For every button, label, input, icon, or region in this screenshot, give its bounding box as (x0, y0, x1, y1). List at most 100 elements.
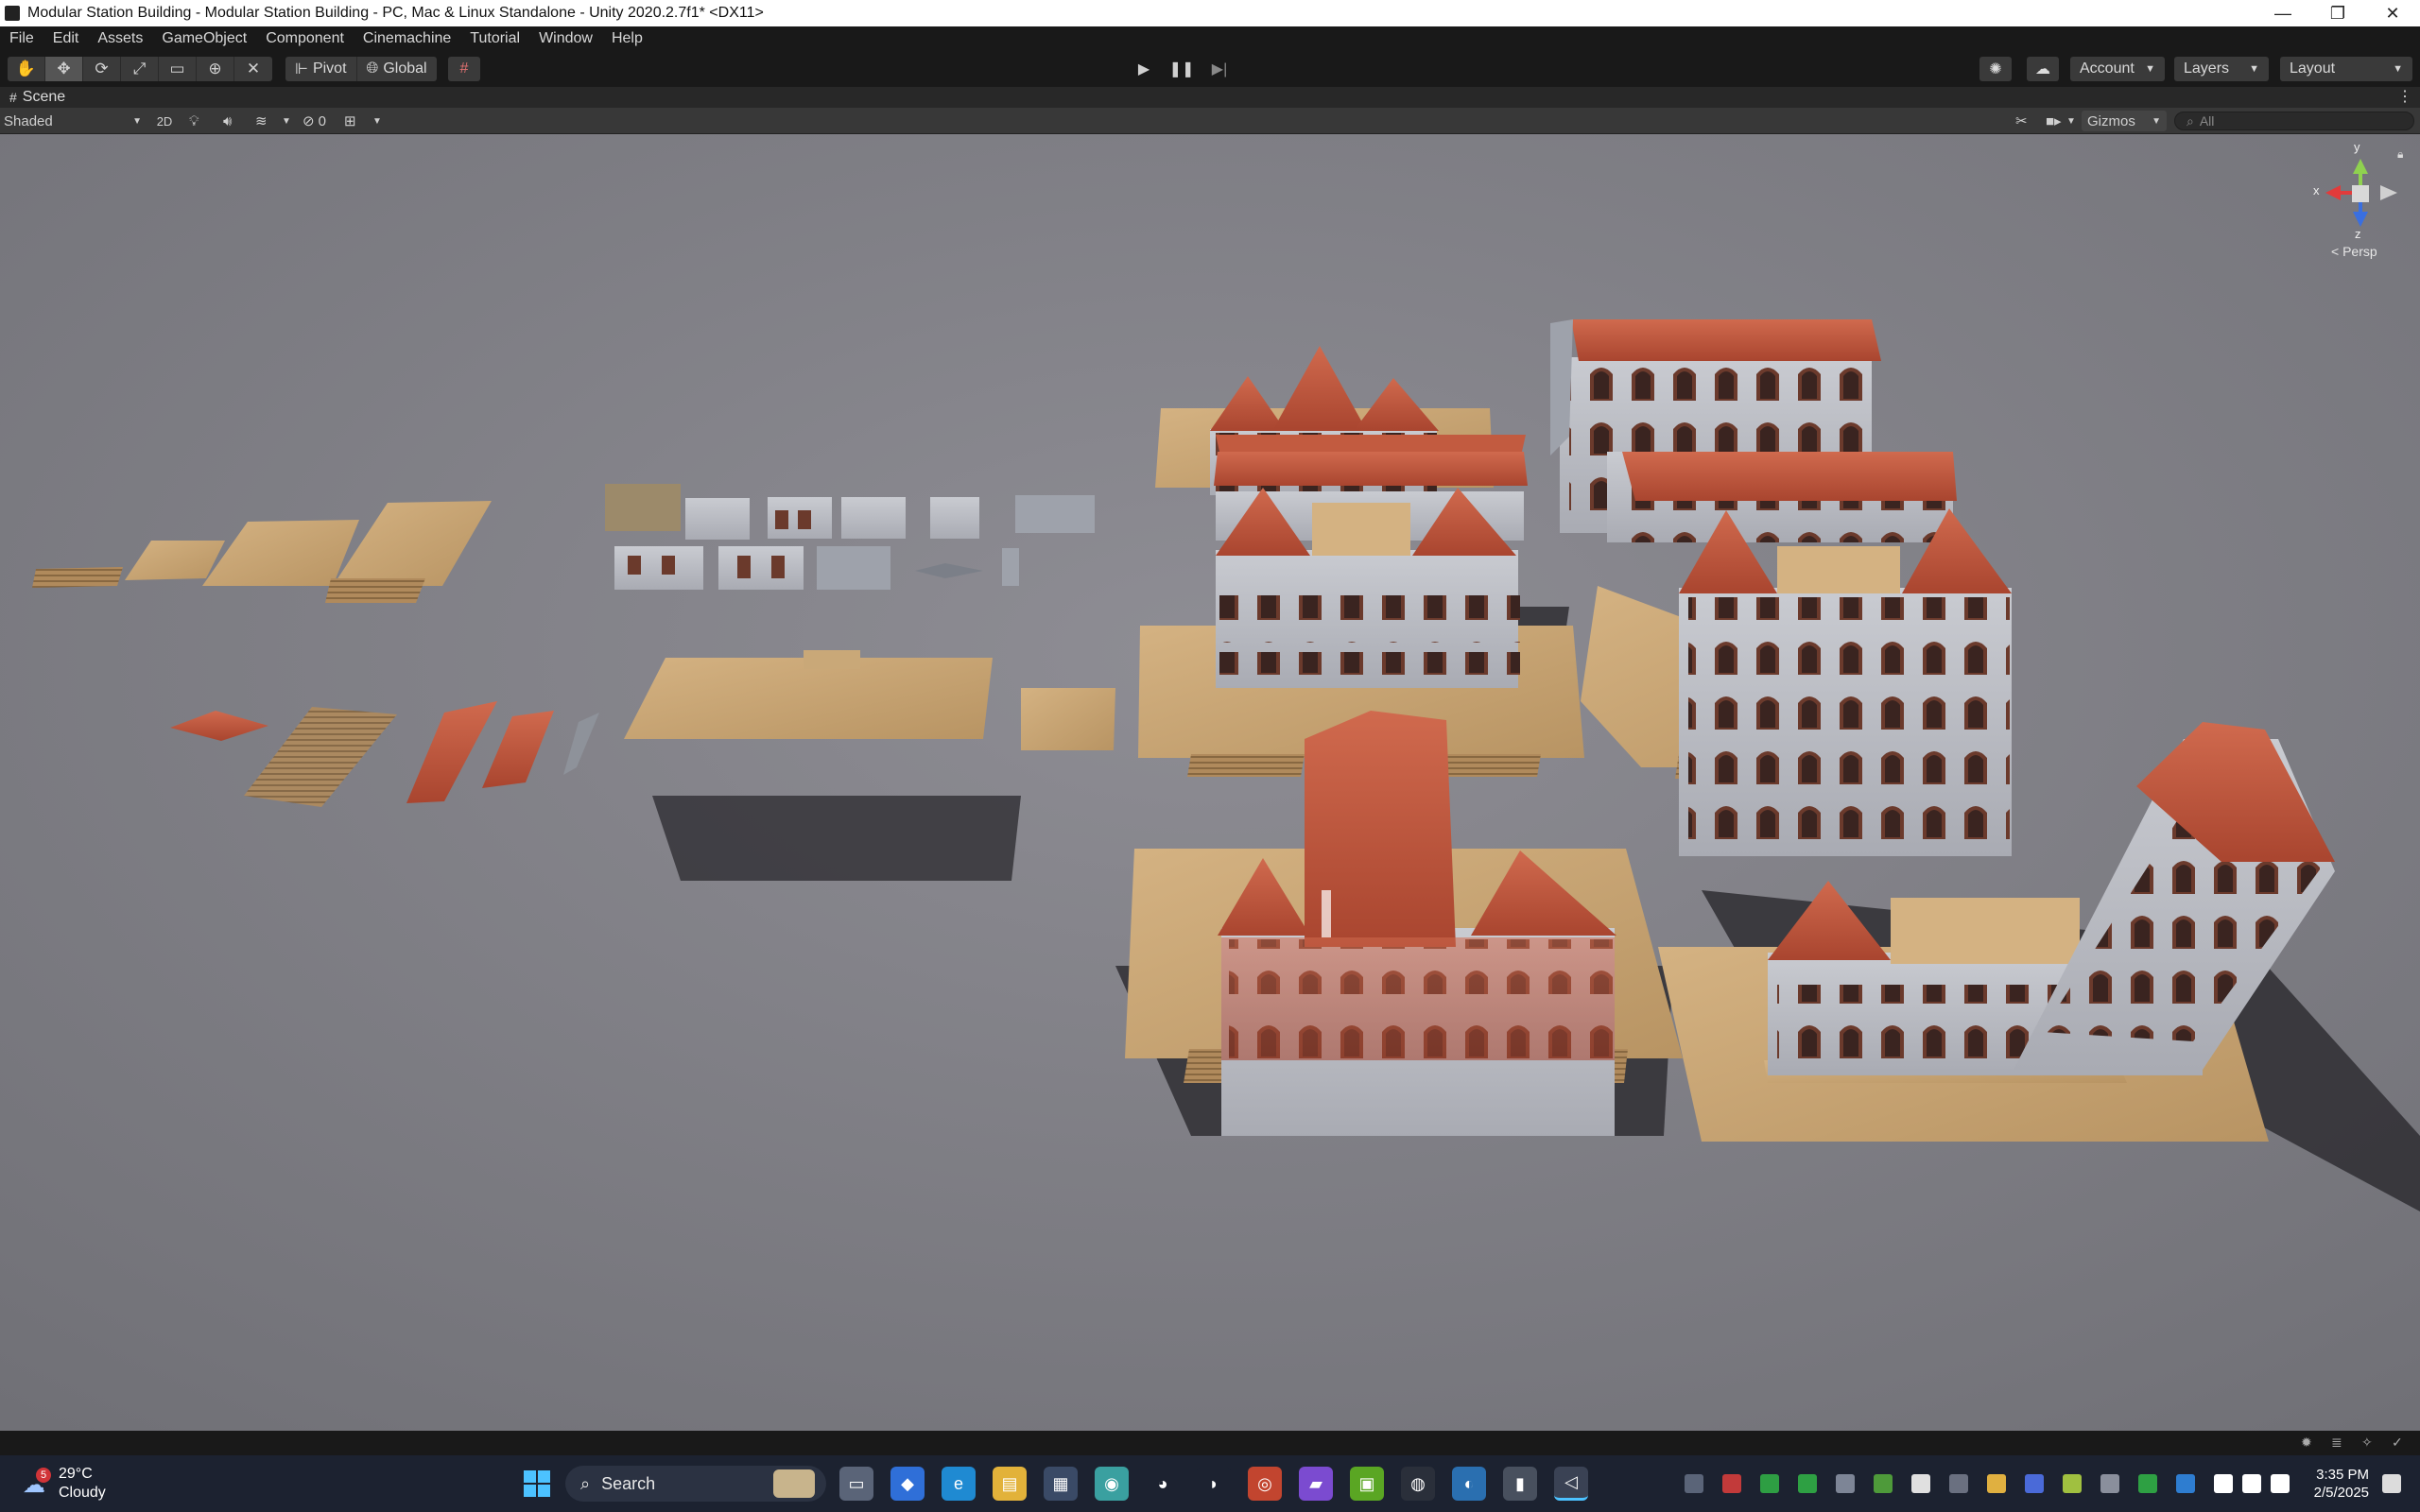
ground-plane (0, 134, 2420, 1431)
move-tool-icon[interactable]: ✥ (45, 57, 83, 81)
close-button[interactable]: ✕ (2365, 0, 2420, 26)
chrome-icon[interactable]: ◎ (1248, 1467, 1282, 1501)
pivot-toggle[interactable]: ⊩ Pivot (285, 57, 357, 81)
menu-assets[interactable]: Assets (88, 30, 152, 47)
shading-mode-dropdown[interactable]: Shaded ▼ (4, 111, 142, 131)
menu-component[interactable]: Component (256, 30, 354, 47)
grid-snap-button[interactable]: # (448, 57, 480, 81)
app-globe-icon[interactable]: ◉ (1095, 1467, 1129, 1501)
camera-icon[interactable]: ■▸ (2046, 111, 2062, 131)
tray-keyboard-icon[interactable] (2100, 1474, 2119, 1493)
2d-toggle[interactable]: 2D (151, 111, 178, 131)
dark-app-icon[interactable]: ◗ (1197, 1467, 1231, 1501)
task-view-icon[interactable]: ▭ (839, 1467, 873, 1501)
axis-y-label: y (2354, 140, 2360, 154)
taskbar-clock[interactable]: 3:35 PM 2/5/2025 (2314, 1466, 2369, 1502)
tray-blue-icon[interactable] (2025, 1474, 2044, 1493)
scene-viewport[interactable]: y x z < Persp 🔒︎ (0, 134, 2420, 1431)
obs-icon[interactable]: ◍ (1401, 1467, 1435, 1501)
menu-gameobject[interactable]: GameObject (152, 30, 256, 47)
scene-search-input[interactable]: ⌕ All (2174, 112, 2414, 130)
tray-nvidia-icon[interactable] (2138, 1474, 2157, 1493)
account-dropdown[interactable]: Account ▼ (2070, 57, 2165, 81)
search-icon: ⌕ (580, 1473, 591, 1493)
chevron-down-icon: ▼ (2393, 63, 2403, 75)
tray-shield-icon[interactable] (1949, 1474, 1968, 1493)
windows-start-icon[interactable] (520, 1467, 554, 1501)
scene-view-controls: Shaded ▼ 2D 💡︎ 🔊︎ ≋ ▼ ⊘ 0 ⊞ ▼ ✂ ■▸ ▼ Giz… (0, 108, 2420, 134)
scale-tool-icon[interactable]: ⤢ (121, 57, 159, 81)
network-icon[interactable] (2214, 1474, 2233, 1493)
layout-dropdown[interactable]: Layout ▼ (2280, 57, 2412, 81)
hand-tool-icon[interactable]: ✋ (8, 57, 45, 81)
scene-tab-label: Scene (22, 89, 66, 105)
usb-app-icon[interactable]: ▮ (1503, 1467, 1537, 1501)
file-explorer-icon[interactable]: ▤ (993, 1467, 1027, 1501)
collab-button[interactable]: ✺ (1979, 57, 2012, 81)
unity-app-icon (5, 6, 20, 21)
step-icon[interactable]: ▶| (1201, 57, 1238, 81)
pause-icon[interactable]: ❚❚ (1163, 57, 1201, 81)
tray-g-icon[interactable] (1911, 1474, 1930, 1493)
shading-mode-label: Shaded (4, 112, 53, 129)
play-icon[interactable]: ▶ (1125, 57, 1163, 81)
tools-icon[interactable]: ✂ (2015, 111, 2028, 131)
rotate-tool-icon[interactable]: ⟳ (83, 57, 121, 81)
maximize-button[interactable]: ❐ (2310, 0, 2365, 26)
chevron-down-icon[interactable]: ▼ (2066, 111, 2076, 131)
edge-browser-icon[interactable]: e (942, 1467, 976, 1501)
clapper-app-icon[interactable]: ▰ (1299, 1467, 1333, 1501)
menu-help[interactable]: Help (602, 30, 652, 47)
menu-edit[interactable]: Edit (43, 30, 89, 47)
nvidia-icon[interactable]: ▣ (1350, 1467, 1384, 1501)
audio-toggle-icon[interactable]: 🔊︎ (223, 111, 232, 131)
gizmos-dropdown[interactable]: Gizmos ▼ (2082, 111, 2167, 131)
rect-tool-icon[interactable]: ▭ (159, 57, 197, 81)
effects-toggle-icon[interactable]: ≋ (255, 111, 268, 131)
chevron-down-icon[interactable]: ▼ (372, 111, 382, 131)
copilot-icon[interactable]: ◆ (890, 1467, 925, 1501)
weather-widget[interactable]: ☁ 5 29°C Cloudy (23, 1465, 106, 1503)
tray-xbox-icon[interactable] (1760, 1474, 1779, 1493)
chevron-down-icon[interactable]: ▼ (282, 111, 291, 131)
menu-cinemachine[interactable]: Cinemachine (354, 30, 460, 47)
battery-icon[interactable] (2271, 1474, 2290, 1493)
lighting-toggle-icon[interactable]: 💡︎ (189, 111, 199, 131)
menu-file[interactable]: File (0, 30, 43, 47)
eye-slash-icon: ⊘ (302, 113, 315, 129)
tray-unity-icon[interactable] (1685, 1474, 1703, 1493)
tray-defender-icon[interactable] (2176, 1474, 2195, 1493)
tray-yellow-icon[interactable] (1987, 1474, 2006, 1493)
tray-lime-icon[interactable] (2063, 1474, 2082, 1493)
layers-dropdown[interactable]: Layers ▼ (2174, 57, 2269, 81)
tab-scene[interactable]: # Scene (0, 89, 75, 106)
network-icon[interactable]: ✧ (2361, 1435, 2373, 1451)
tray-cube-icon[interactable] (1836, 1474, 1855, 1493)
status-check-icon[interactable]: ✓ (2392, 1435, 2403, 1451)
menu-window[interactable]: Window (529, 30, 602, 47)
alien-app-icon[interactable]: ◕ (1146, 1467, 1180, 1501)
transform-tool-icon[interactable]: ⊕ (197, 57, 234, 81)
grid-toggle-icon[interactable]: ⊞ (344, 111, 356, 131)
vpn-app-icon[interactable]: ◐ (1452, 1467, 1486, 1501)
custom-tool-icon[interactable]: ✕ (234, 57, 272, 81)
taskbar-search[interactable]: ⌕ Search (565, 1466, 826, 1502)
debug-icon[interactable]: ✹ (2301, 1435, 2312, 1451)
cloud-button[interactable]: ☁ (2027, 57, 2059, 81)
notification-bell-icon[interactable] (2382, 1474, 2401, 1493)
account-label: Account (2080, 60, 2135, 77)
global-toggle[interactable]: 🌐︎ Global (357, 57, 437, 81)
menu-tutorial[interactable]: Tutorial (460, 30, 529, 47)
unity-taskbar-icon[interactable]: ◁ (1554, 1467, 1588, 1501)
projection-label[interactable]: < Persp (2331, 244, 2377, 259)
tray-red-icon[interactable] (1722, 1474, 1741, 1493)
lock-icon[interactable]: 🔒︎ (2397, 147, 2403, 162)
kebab-menu-icon[interactable]: ⋮ (2397, 87, 2412, 106)
volume-icon[interactable] (2242, 1474, 2261, 1493)
ms-store-icon[interactable]: ▦ (1044, 1467, 1078, 1501)
tray-green-icon[interactable] (1798, 1474, 1817, 1493)
hidden-objects-toggle[interactable]: ⊘ 0 (302, 111, 326, 131)
stack-icon[interactable]: ≣ (2331, 1435, 2342, 1451)
minimize-button[interactable]: — (2256, 0, 2310, 26)
tray-map-icon[interactable] (1874, 1474, 1893, 1493)
